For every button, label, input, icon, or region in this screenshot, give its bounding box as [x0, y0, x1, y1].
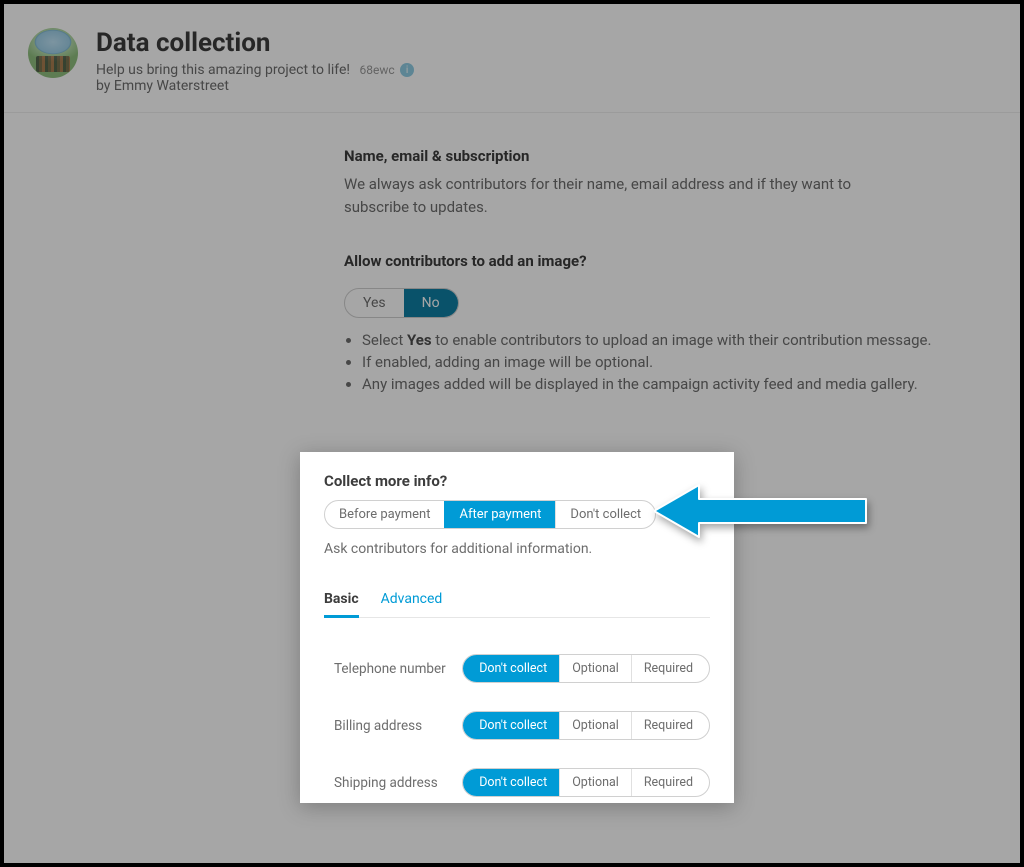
list-item: If enabled, adding an image will be opti… — [362, 352, 964, 374]
segment-after-payment[interactable]: After payment — [444, 501, 555, 528]
card-description: Ask contributors for additional informat… — [324, 541, 710, 557]
billing-required[interactable]: Required — [631, 712, 709, 739]
list-item: Select Yes to enable contributors to upl… — [362, 330, 964, 352]
billing-dont-collect[interactable]: Don't collect — [463, 712, 559, 739]
field-label: Shipping address — [324, 775, 438, 791]
allow-image-toggle: Yes No — [344, 288, 459, 318]
billing-options: Don't collect Optional Required — [462, 711, 710, 740]
byline: by Emmy Waterstreet — [96, 78, 414, 94]
allow-image-notes: Select Yes to enable contributors to upl… — [344, 330, 964, 395]
telephone-required[interactable]: Required — [631, 655, 709, 682]
telephone-optional[interactable]: Optional — [559, 655, 631, 682]
field-label: Billing address — [324, 718, 422, 734]
collect-timing-segment: Before payment After payment Don't colle… — [324, 500, 656, 529]
page-title: Data collection — [96, 28, 414, 58]
allow-image-no[interactable]: No — [404, 289, 458, 317]
telephone-options: Don't collect Optional Required — [462, 654, 710, 683]
shipping-options: Don't collect Optional Required — [462, 768, 710, 797]
telephone-dont-collect[interactable]: Don't collect — [463, 655, 559, 682]
billing-optional[interactable]: Optional — [559, 712, 631, 739]
page-subtitle: Help us bring this amazing project to li… — [96, 62, 414, 78]
segment-dont-collect[interactable]: Don't collect — [555, 501, 655, 528]
list-item: Any images added will be displayed in th… — [362, 374, 964, 396]
avatar — [28, 28, 78, 78]
callout-arrow-icon — [654, 481, 874, 541]
shipping-optional[interactable]: Optional — [559, 769, 631, 796]
shipping-required[interactable]: Required — [631, 769, 709, 796]
section-heading: Name, email & subscription — [344, 147, 964, 165]
shipping-dont-collect[interactable]: Don't collect — [463, 769, 559, 796]
allow-image-yes[interactable]: Yes — [345, 289, 404, 317]
tab-advanced[interactable]: Advanced — [381, 583, 443, 617]
segment-before-payment[interactable]: Before payment — [325, 501, 444, 528]
project-code: 68ewc — [360, 63, 395, 77]
field-row-telephone: Telephone number Don't collect Optional … — [324, 626, 710, 683]
card-heading: Collect more info? — [324, 472, 710, 490]
section-name-email: Name, email & subscription We always ask… — [344, 147, 964, 218]
section-body: We always ask contributors for their nam… — [344, 173, 904, 218]
field-row-billing: Billing address Don't collect Optional R… — [324, 683, 710, 740]
field-tabs: Basic Advanced — [324, 583, 710, 618]
info-icon[interactable]: i — [400, 63, 414, 77]
field-row-shipping: Shipping address Don't collect Optional … — [324, 740, 710, 803]
section-heading: Allow contributors to add an image? — [344, 252, 964, 270]
tab-basic[interactable]: Basic — [324, 583, 359, 618]
field-label: Telephone number — [324, 661, 446, 677]
page-header: Data collection Help us bring this amazi… — [4, 4, 1020, 113]
section-allow-image: Allow contributors to add an image? Yes … — [344, 252, 964, 395]
